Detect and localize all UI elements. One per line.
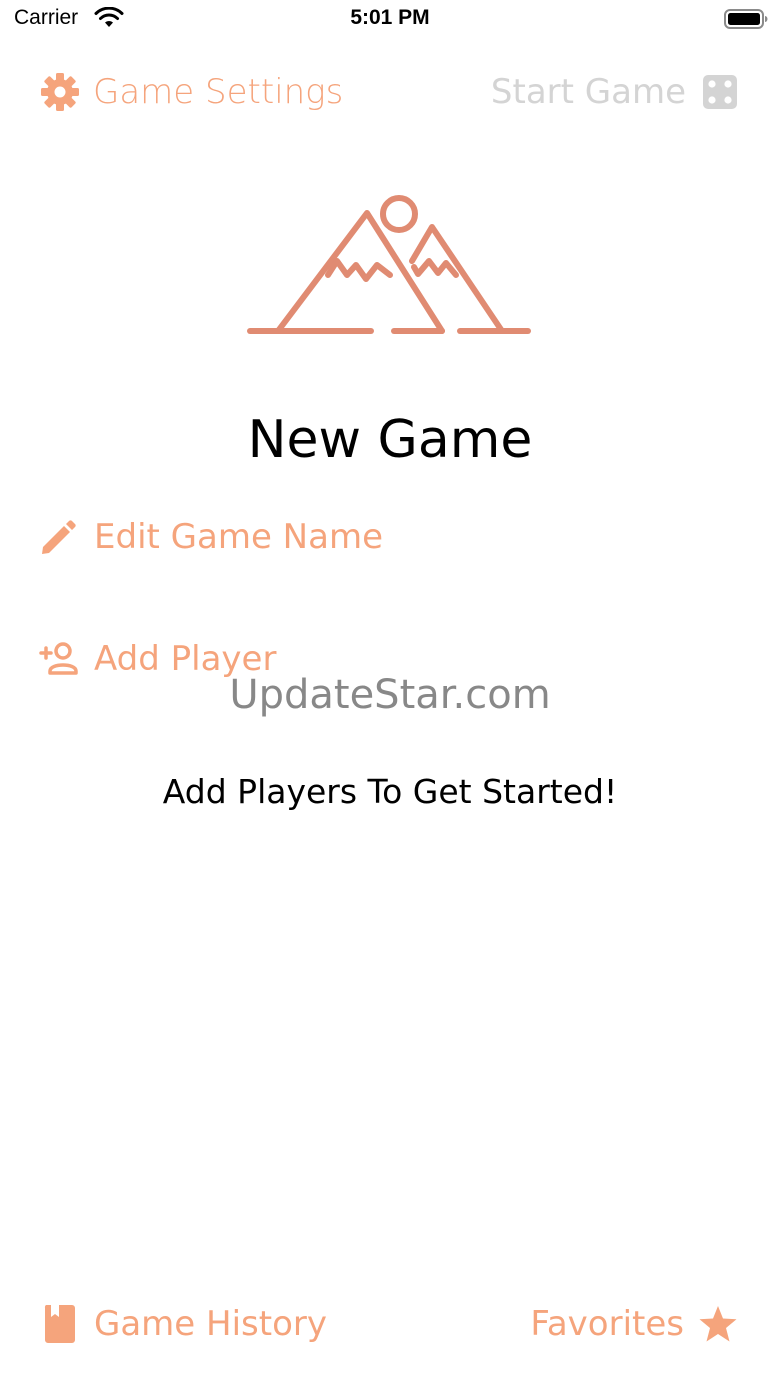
game-history-button[interactable]: Game History [42, 1304, 327, 1344]
empty-players-message: Add Players To Get Started! [162, 772, 618, 811]
favorites-label: Favorites [530, 1304, 684, 1344]
die-icon [703, 75, 737, 109]
edit-game-name-label: Edit Game Name [94, 517, 383, 557]
clock: 5:01 PM [350, 6, 430, 29]
start-game-label: Start Game [490, 72, 686, 112]
start-game-button[interactable]: Start Game [491, 72, 738, 112]
game-settings-label: Game Settings [93, 72, 344, 112]
star-icon [699, 1306, 737, 1342]
watermark: UpdateStar.com [229, 672, 551, 718]
favorites-button[interactable]: Favorites [530, 1304, 738, 1344]
gear-icon [41, 73, 79, 111]
status-bar: Carrier 5:01 PM [0, 0, 780, 40]
pencil-icon [42, 520, 76, 554]
game-settings-button[interactable]: Game Settings [40, 72, 343, 112]
edit-game-name-button[interactable]: Edit Game Name [38, 516, 383, 558]
battery-icon [724, 9, 768, 29]
book-icon [44, 1305, 75, 1343]
game-history-label: Game History [94, 1304, 327, 1344]
game-title: New Game [247, 410, 533, 470]
top-nav: Game Settings Start Game [0, 60, 780, 124]
mountain-icon [247, 195, 531, 334]
